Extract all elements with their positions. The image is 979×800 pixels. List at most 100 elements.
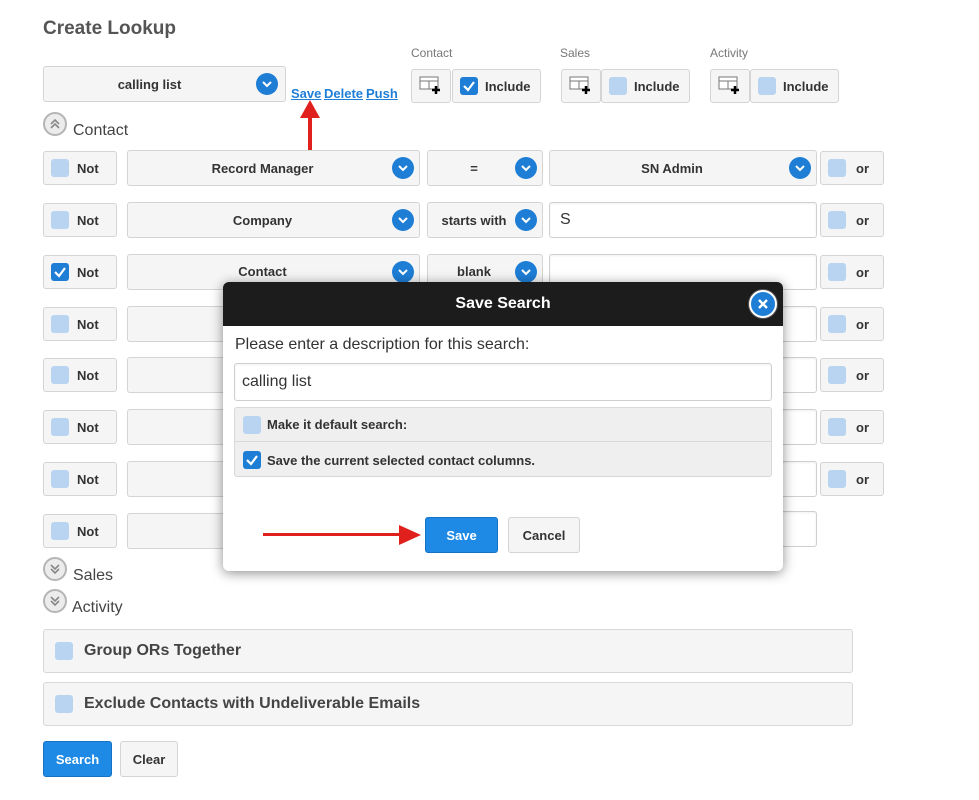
or-label: or	[856, 212, 869, 228]
expand-sales-button[interactable]	[43, 557, 67, 581]
save-link[interactable]: Save	[291, 86, 321, 101]
not-checkbox[interactable]	[51, 315, 69, 333]
or-toggle[interactable]: or	[820, 255, 884, 289]
dialog-cancel-button[interactable]: Cancel	[508, 517, 580, 553]
or-toggle[interactable]: or	[820, 307, 884, 341]
add-contact-column-button[interactable]	[411, 69, 451, 103]
clear-button[interactable]: Clear	[120, 741, 178, 777]
or-checkbox[interactable]	[828, 211, 846, 229]
not-toggle[interactable]: Not	[43, 514, 117, 548]
not-label: Not	[77, 471, 99, 487]
field-select[interactable]	[127, 461, 227, 497]
chevron-down-icon	[515, 261, 537, 283]
not-toggle[interactable]: Not	[43, 307, 117, 341]
not-label: Not	[77, 367, 99, 383]
push-link[interactable]: Push	[366, 86, 398, 101]
or-toggle[interactable]: or	[820, 358, 884, 392]
not-toggle[interactable]: Not	[43, 358, 117, 392]
exclude-undeliverable-label: Exclude Contacts with Undeliverable Emai…	[84, 695, 421, 712]
field-select[interactable]	[127, 357, 227, 393]
annotation-arrow-up	[300, 100, 320, 150]
or-checkbox[interactable]	[828, 470, 846, 488]
chevron-double-down-icon	[50, 596, 60, 607]
not-checkbox[interactable]	[51, 263, 69, 281]
activity-include-checkbox[interactable]	[758, 77, 776, 95]
field-select-value: Record Manager	[211, 160, 314, 176]
not-checkbox[interactable]	[51, 211, 69, 229]
save-columns-option[interactable]: Save the current selected contact column…	[235, 443, 771, 477]
not-toggle[interactable]: Not	[43, 151, 117, 185]
group-ors-checkbox[interactable]	[55, 642, 73, 660]
not-label: Not	[77, 523, 99, 539]
operator-select[interactable]: =	[427, 150, 543, 186]
chevron-down-icon	[256, 73, 278, 95]
field-select[interactable]	[127, 409, 227, 445]
or-checkbox[interactable]	[828, 263, 846, 281]
or-checkbox[interactable]	[828, 418, 846, 436]
not-checkbox[interactable]	[51, 366, 69, 384]
saved-search-value: calling list	[117, 76, 182, 92]
sales-include-checkbox[interactable]	[609, 77, 627, 95]
field-select[interactable]	[127, 513, 227, 549]
add-activity-column-button[interactable]	[710, 69, 750, 103]
dialog-header: Save Search	[223, 282, 783, 326]
exclude-undeliverable-option[interactable]: Exclude Contacts with Undeliverable Emai…	[43, 682, 853, 726]
not-checkbox[interactable]	[51, 470, 69, 488]
contact-include-checkbox[interactable]	[460, 77, 478, 95]
not-checkbox[interactable]	[51, 418, 69, 436]
add-sales-column-button[interactable]	[561, 69, 601, 103]
or-checkbox[interactable]	[828, 159, 846, 177]
default-search-checkbox[interactable]	[243, 415, 261, 434]
expand-activity-button[interactable]	[43, 589, 67, 613]
sales-include-label: Include	[634, 78, 680, 94]
exclude-undeliverable-checkbox[interactable]	[55, 695, 73, 713]
save-search-dialog: Save Search Please enter a description f…	[223, 282, 783, 571]
close-button[interactable]	[749, 290, 777, 318]
not-checkbox[interactable]	[51, 159, 69, 177]
or-toggle[interactable]: or	[820, 462, 884, 496]
sales-include-toggle[interactable]: Include	[601, 69, 690, 103]
or-label: or	[856, 419, 869, 435]
activity-group-label: Activity	[710, 46, 749, 60]
add-column-icon	[569, 76, 590, 94]
activity-include-toggle[interactable]: Include	[750, 69, 839, 103]
default-search-option[interactable]: Make it default search:	[235, 408, 771, 442]
contact-include-label: Include	[485, 78, 531, 94]
or-toggle[interactable]: or	[820, 151, 884, 185]
chevron-down-icon	[392, 261, 414, 283]
collapse-contact-button[interactable]	[43, 112, 67, 136]
field-select[interactable]	[127, 306, 227, 342]
not-label: Not	[77, 419, 99, 435]
or-toggle[interactable]: or	[820, 203, 884, 237]
group-ors-label: Group ORs Together	[84, 642, 242, 659]
or-toggle[interactable]: or	[820, 410, 884, 444]
field-select[interactable]: Company	[127, 202, 420, 238]
sales-section-label: Sales	[73, 567, 114, 584]
contact-include-toggle[interactable]: Include	[452, 69, 541, 103]
saved-search-select[interactable]: calling list	[43, 66, 286, 102]
or-label: or	[856, 264, 869, 280]
group-ors-option[interactable]: Group ORs Together	[43, 629, 853, 673]
or-label: or	[856, 316, 869, 332]
chevron-down-icon	[515, 157, 537, 179]
not-toggle[interactable]: Not	[43, 255, 117, 289]
contact-section-label: Contact	[73, 122, 129, 139]
save-columns-checkbox[interactable]	[243, 451, 261, 469]
search-button[interactable]: Search	[43, 741, 112, 777]
value-input[interactable]: S	[549, 202, 817, 238]
not-toggle[interactable]: Not	[43, 203, 117, 237]
delete-link[interactable]: Delete	[324, 86, 363, 101]
or-label: or	[856, 367, 869, 383]
not-toggle[interactable]: Not	[43, 410, 117, 444]
activity-section-label: Activity	[72, 599, 123, 616]
not-label: Not	[77, 160, 99, 176]
operator-select[interactable]: starts with	[427, 202, 543, 238]
value-select[interactable]: SN Admin	[549, 150, 817, 186]
or-checkbox[interactable]	[828, 315, 846, 333]
description-input[interactable]: calling list	[234, 363, 772, 401]
field-select[interactable]: Record Manager	[127, 150, 420, 186]
or-checkbox[interactable]	[828, 366, 846, 384]
not-toggle[interactable]: Not	[43, 462, 117, 496]
not-checkbox[interactable]	[51, 522, 69, 540]
dialog-save-button[interactable]: Save	[425, 517, 498, 553]
